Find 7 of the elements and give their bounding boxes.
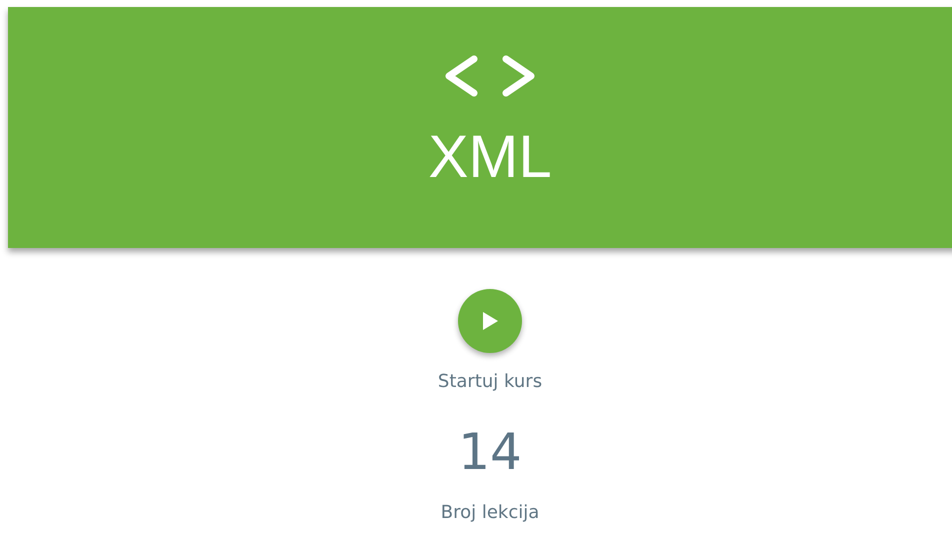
lesson-count: 14: [458, 424, 522, 480]
play-icon: [481, 311, 499, 331]
lesson-count-label: Broj lekcija: [440, 502, 540, 523]
course-title: XML: [428, 127, 552, 187]
start-course-label: Startuj kurs: [438, 371, 542, 392]
play-button[interactable]: [458, 289, 522, 353]
code-icon: [444, 55, 536, 97]
